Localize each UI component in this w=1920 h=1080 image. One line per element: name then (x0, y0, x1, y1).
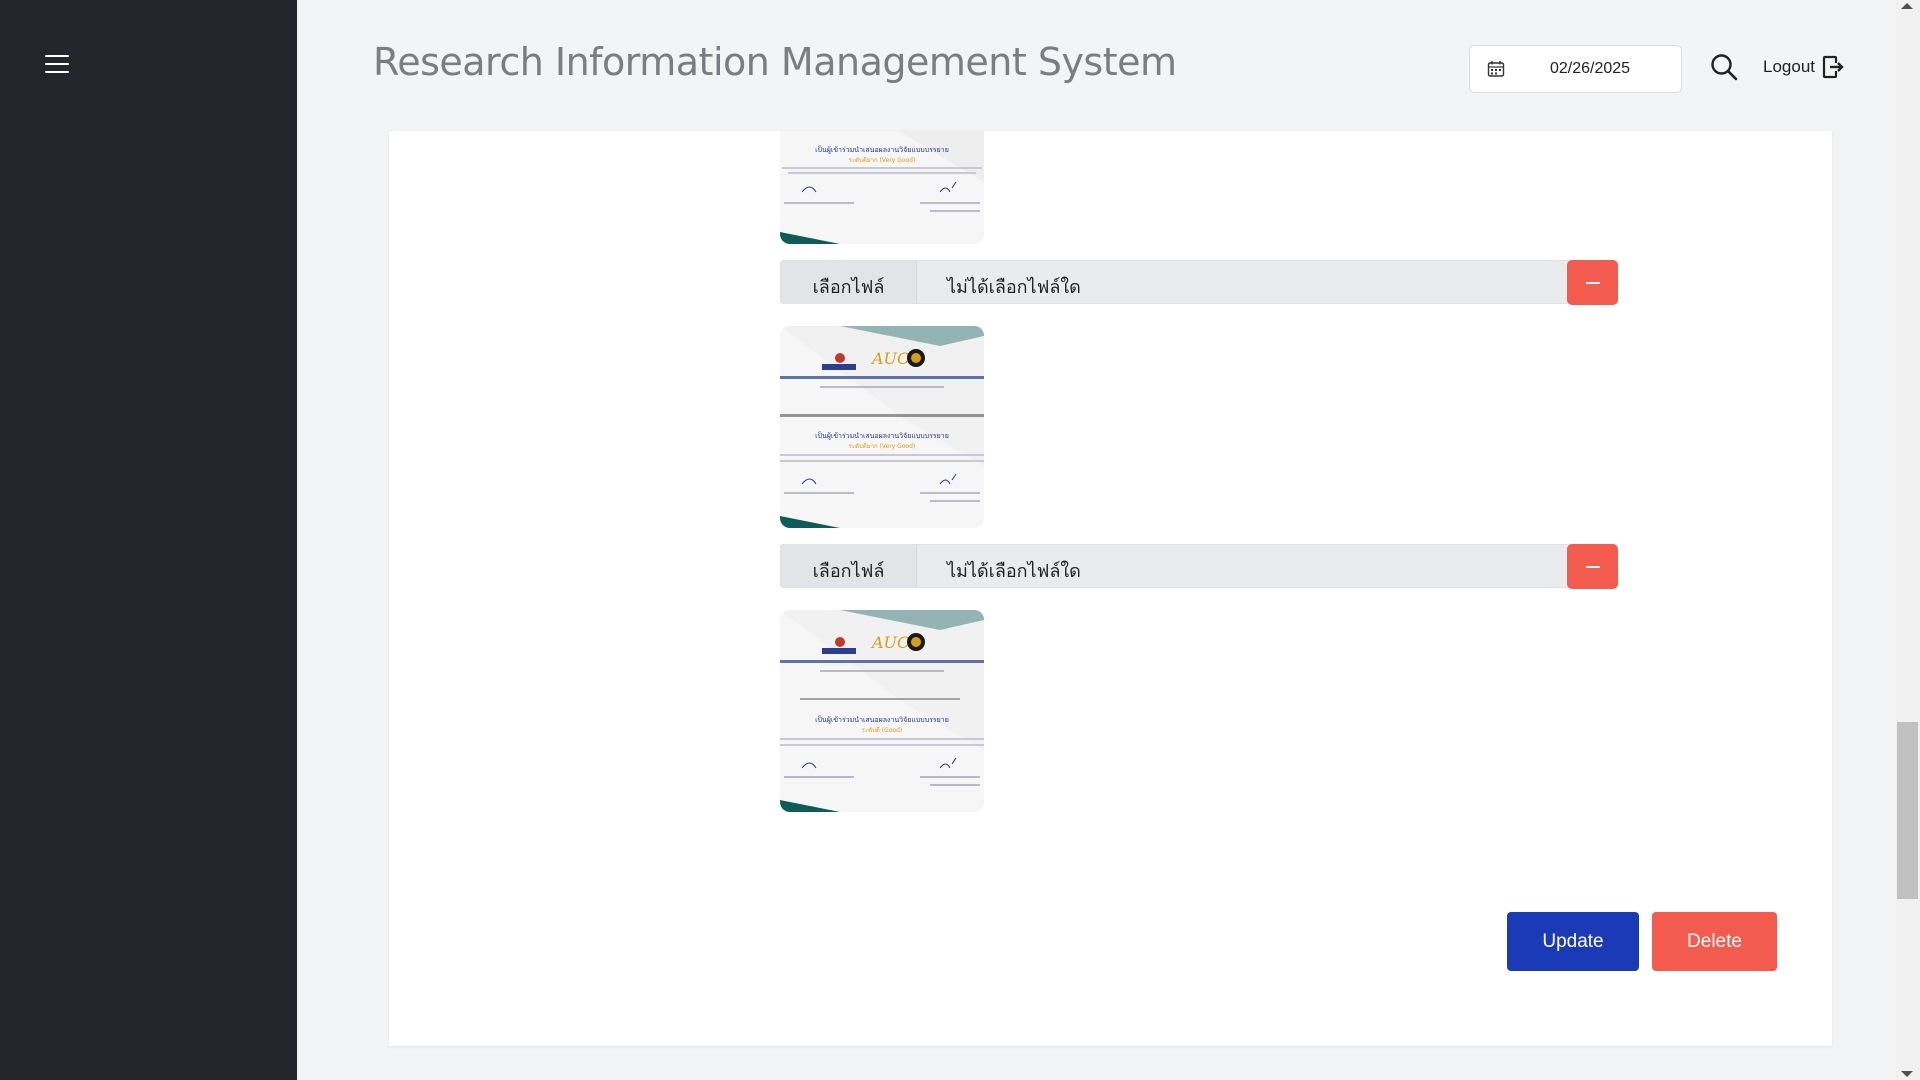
file-input[interactable]: เลือกไฟล์ ไม่ได้เลือกไฟล์ใด (780, 260, 1574, 304)
certificate-logo-text: AUC (870, 633, 909, 652)
certificate-heading: เป็นผู้เข้าร่วมนำเสนอผลงานวิจัยแบบบรรยาย (815, 431, 949, 440)
certificate-preview: AUC เป็นผู้เข้าร่วมนำเสนอผลงานวิจัยแบบบร… (780, 326, 984, 528)
update-button[interactable]: Update (1507, 912, 1639, 971)
certificate-heading: เป็นผู้เข้าร่วมนำเสนอผลงานวิจัยแบบบรรยาย (815, 715, 949, 724)
remove-file-button[interactable] (1567, 544, 1618, 589)
search-icon[interactable] (1709, 52, 1739, 82)
certificate-preview: AUC เป็นผู้เข้าร่วมนำเสนอผลงานวิจัยแบบบร… (780, 610, 984, 812)
certificate-preview: เป็นผู้เข้าร่วมนำเสนอผลงานวิจัยแบบบรรยาย… (780, 131, 984, 244)
file-status: ไม่ได้เลือกไฟล์ใด (947, 276, 1081, 298)
scroll-up-arrow-icon[interactable] (1901, 3, 1913, 9)
sidebar (0, 0, 297, 1080)
calendar-icon (1487, 61, 1505, 77)
certificate-logo-text: AUC (870, 349, 909, 368)
logout-icon (1822, 55, 1844, 79)
certificate-heading: เป็นผู้เข้าร่วมนำเสนอผลงานวิจัยแบบบรรยาย (815, 145, 949, 154)
remove-file-button[interactable] (1567, 260, 1618, 305)
certificate-award: ระดับดีมาก (Very Good) (849, 442, 916, 450)
scrollbar-thumb[interactable] (1897, 722, 1918, 899)
app-title: Research Information Management System (373, 40, 1177, 84)
scroll-down-arrow-icon[interactable] (1901, 1071, 1913, 1077)
minus-icon (1585, 281, 1600, 284)
delete-button[interactable]: Delete (1652, 912, 1777, 971)
logout-button[interactable]: Logout (1763, 55, 1844, 79)
file-input[interactable]: เลือกไฟล์ ไม่ได้เลือกไฟล์ใด (780, 544, 1574, 588)
logout-label: Logout (1763, 57, 1815, 76)
top-header: Research Information Management System 0… (297, 0, 1895, 131)
file-status: ไม่ได้เลือกไฟล์ใด (947, 560, 1081, 582)
vertical-scrollbar[interactable] (1895, 0, 1920, 1080)
certificate-award: ระดับดีมาก (Very Good) (849, 156, 916, 164)
choose-file-button[interactable]: เลือกไฟล์ (781, 545, 917, 587)
main-card: เป็นผู้เข้าร่วมนำเสนอผลงานวิจัยแบบบรรยาย… (389, 131, 1832, 1046)
certificate-award: ระดับดี (Good) (862, 726, 902, 734)
choose-file-button[interactable]: เลือกไฟล์ (781, 261, 917, 303)
date-picker[interactable]: 02/26/2025 (1469, 45, 1682, 93)
minus-icon (1585, 565, 1600, 568)
hamburger-menu-icon[interactable] (45, 55, 71, 75)
date-value: 02/26/2025 (1550, 60, 1631, 77)
